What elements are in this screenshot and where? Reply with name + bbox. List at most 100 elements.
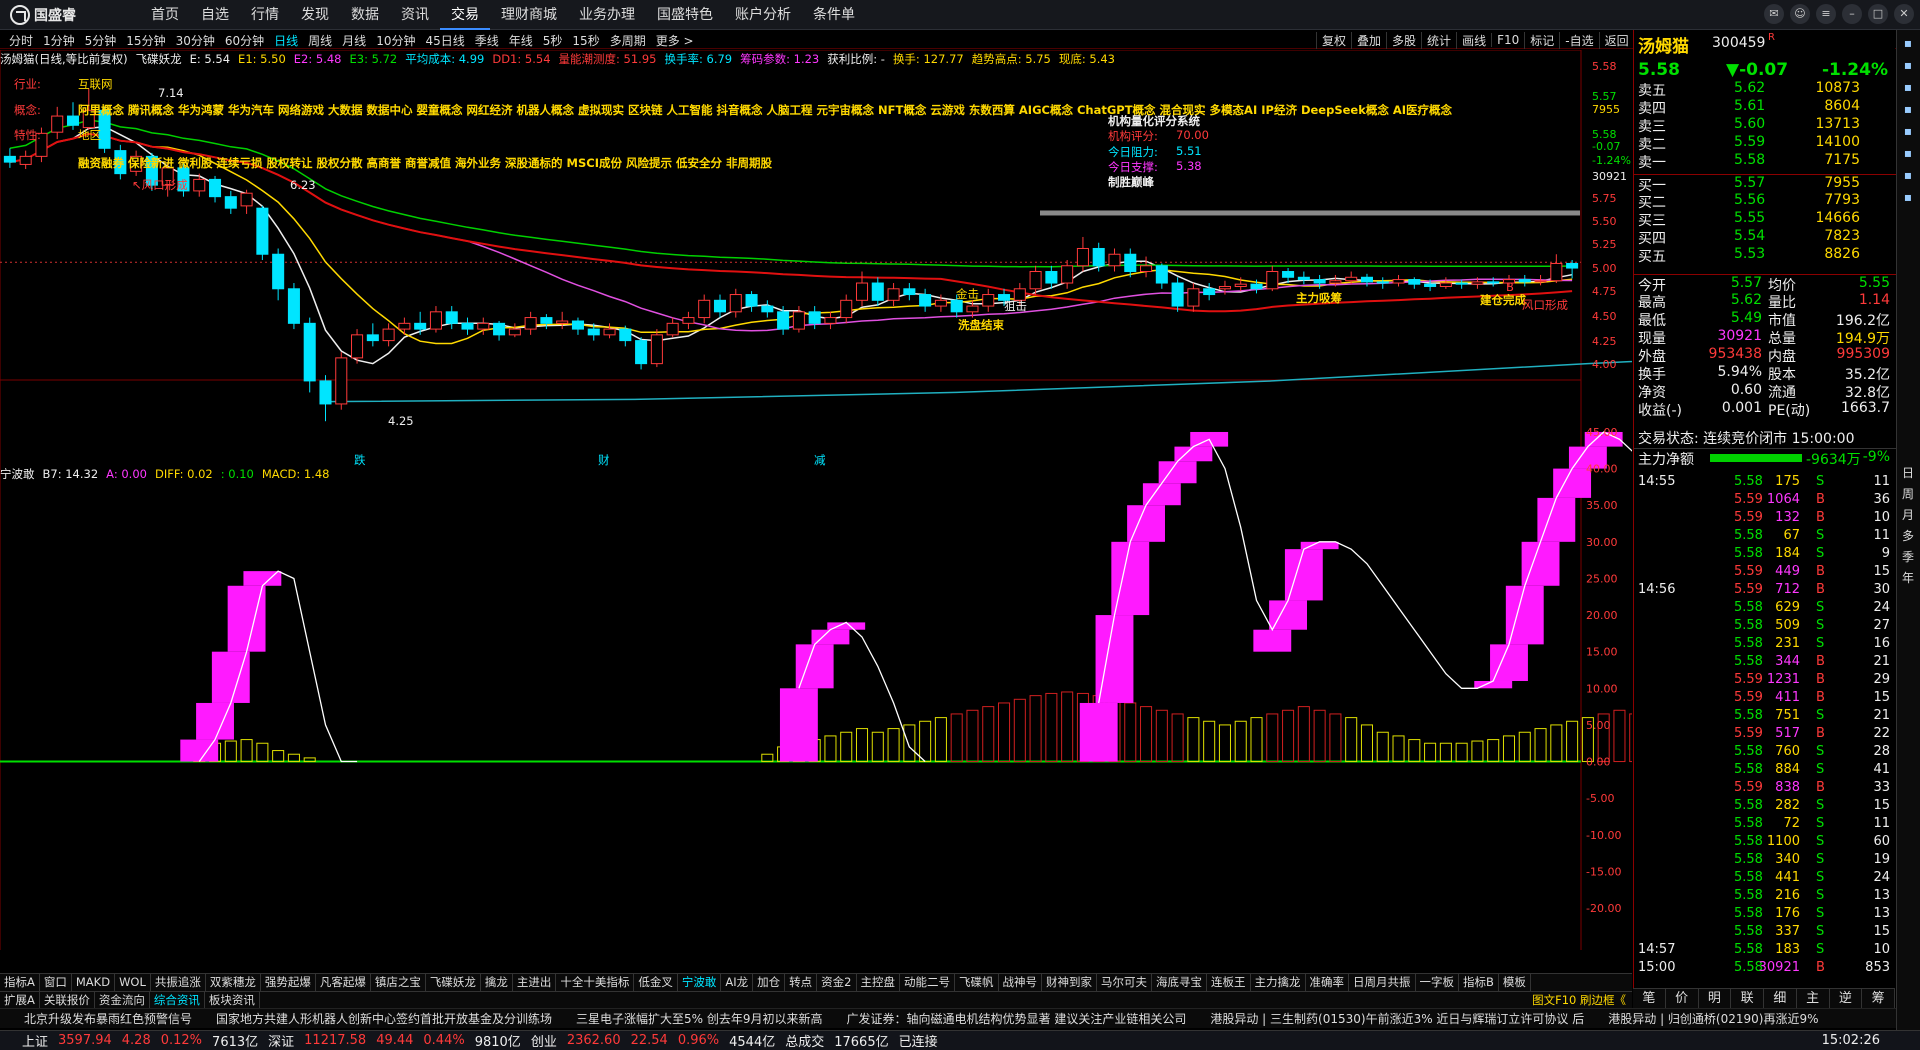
nav-item-8[interactable]: 业务办理 [568, 0, 646, 30]
indicator-tab-29[interactable]: 日周月共振 [1349, 974, 1416, 991]
indicator-tab-24[interactable]: 马尔可夫 [1097, 974, 1152, 991]
sz-index-label[interactable]: 深证 [268, 1031, 294, 1050]
indicator-tab-9[interactable]: 飞碟妖龙 [426, 974, 481, 991]
sh-index-label[interactable]: 上证 [22, 1031, 48, 1050]
extension-tab-4[interactable]: 板块资讯 [205, 992, 260, 1008]
sidebar-period-0[interactable]: 日 [1897, 464, 1919, 481]
period-tab-11[interactable]: 季线 [470, 32, 504, 49]
news-item[interactable]: 北京升级发布暴雨红色预警信号 [24, 1010, 192, 1027]
book-volume[interactable]: 7823 [1824, 228, 1860, 244]
nav-item-1[interactable]: 自选 [190, 0, 240, 30]
indicator-tab-18[interactable]: 资金2 [817, 974, 857, 991]
indicator-tab-28[interactable]: 准确率 [1306, 974, 1349, 991]
panel-tab-3[interactable]: 联 [1731, 989, 1764, 1008]
panel-tab-1[interactable]: 价 [1666, 989, 1699, 1008]
nav-item-9[interactable]: 国盛特色 [646, 0, 724, 30]
nav-item-5[interactable]: 资讯 [390, 0, 440, 30]
indicator-tab-30[interactable]: 一字板 [1416, 974, 1459, 991]
service-icon[interactable]: ☺ [1790, 4, 1810, 24]
chart-tool-1[interactable]: 叠加 [1351, 31, 1386, 49]
sidebar-tool-icon[interactable]: ▪ [1897, 146, 1919, 160]
indicator-tab-11[interactable]: 主进出 [513, 974, 557, 991]
nav-item-11[interactable]: 条件单 [802, 0, 866, 30]
nav-item-7[interactable]: 理财商城 [490, 0, 568, 30]
indicator-tab-27[interactable]: 主力擒龙 [1251, 974, 1306, 991]
period-tab-15[interactable]: 多周期 [605, 32, 651, 49]
indicator-tab-2[interactable]: MAKD [72, 974, 116, 991]
panel-tab-0[interactable]: 笔 [1633, 989, 1666, 1008]
indicator-tab-4[interactable]: 共振追涨 [151, 974, 206, 991]
news-item[interactable]: 三星电子涨幅扩大至5% 创去年9月初以来新高 [576, 1010, 823, 1027]
message-icon[interactable]: ✉ [1764, 4, 1784, 24]
indicator-tab-10[interactable]: 擒龙 [481, 974, 513, 991]
chart-tool-2[interactable]: 多股 [1386, 31, 1421, 49]
indicator-tab-26[interactable]: 连板王 [1207, 974, 1251, 991]
sidebar-tool-icon[interactable]: ▪ [1897, 190, 1919, 204]
panel-tab-5[interactable]: 主 [1797, 989, 1830, 1008]
indicator-tab-12[interactable]: 十全十美指标 [556, 974, 635, 991]
sidebar-tool-icon[interactable]: ▪ [1897, 102, 1919, 116]
indicator-tab-22[interactable]: 战神号 [999, 974, 1042, 991]
news-item[interactable]: 广发证券：轴向磁通电机结构优势显著 建议关注产业链相关公司 [847, 1010, 1187, 1027]
news-item[interactable]: 港股异动 | 归创通桥(02190)再涨近9% [1608, 1010, 1818, 1027]
indicator-tab-8[interactable]: 镇店之宝 [371, 974, 426, 991]
indicator-tab-17[interactable]: 转点 [785, 974, 818, 991]
indicator-tab-15[interactable]: AI龙 [721, 974, 754, 991]
minimize-icon[interactable]: – [1842, 4, 1862, 24]
period-tab-13[interactable]: 5秒 [538, 32, 568, 49]
chart-tool-6[interactable]: 标记 [1524, 31, 1559, 49]
menu-icon[interactable]: ≡ [1816, 4, 1836, 24]
sidebar-tool-icon[interactable]: ▪ [1897, 36, 1919, 50]
panel-tab-2[interactable]: 明 [1699, 989, 1732, 1008]
extension-tab-3[interactable]: 综合资讯 [150, 992, 205, 1008]
chart-tool-4[interactable]: 画线 [1456, 31, 1491, 49]
book-volume[interactable]: 7793 [1824, 192, 1860, 208]
chart-tool-7[interactable]: -自选 [1559, 31, 1598, 49]
maximize-icon[interactable]: □ [1868, 4, 1888, 24]
extension-tab-2[interactable]: 资金流向 [95, 992, 150, 1008]
period-tab-14[interactable]: 15秒 [567, 32, 604, 49]
panel-tab-4[interactable]: 细 [1764, 989, 1797, 1008]
sidebar-tool-icon[interactable]: ▪ [1897, 168, 1919, 182]
nav-item-4[interactable]: 数据 [340, 0, 390, 30]
extension-tab-1[interactable]: 关联报价 [40, 992, 95, 1008]
sidebar-period-3[interactable]: 多 [1897, 527, 1919, 544]
book-volume[interactable]: 7955 [1824, 175, 1860, 191]
book-volume[interactable]: 14100 [1815, 134, 1860, 150]
news-item[interactable]: 港股异动 | 三生制药(01530)午前涨近3% 近日与辉瑞订立许可协议 后 [1210, 1010, 1584, 1027]
book-volume[interactable]: 10873 [1815, 80, 1860, 96]
sidebar-tool-icon[interactable]: ▪ [1897, 80, 1919, 94]
sidebar-period-2[interactable]: 月 [1897, 506, 1919, 523]
book-volume[interactable]: 7175 [1824, 152, 1860, 168]
extension-tab-0[interactable]: 扩展A [0, 992, 40, 1008]
period-tab-8[interactable]: 月线 [337, 32, 371, 49]
indicator-tab-31[interactable]: 指标B [1459, 974, 1499, 991]
indicator-tab-21[interactable]: 飞碟帆 [955, 974, 999, 991]
indicator-tab-1[interactable]: 窗口 [40, 974, 72, 991]
app-logo[interactable]: 国盛睿 [10, 5, 76, 25]
connection-status[interactable]: 已连接 [899, 1031, 938, 1050]
book-volume[interactable]: 8826 [1824, 246, 1860, 262]
indicator-tab-32[interactable]: 模板 [1499, 974, 1531, 991]
f10-link[interactable]: 图文F10 刷边框《 [1532, 992, 1626, 1008]
period-tab-7[interactable]: 周线 [303, 32, 337, 49]
period-tab-10[interactable]: 45日线 [420, 32, 469, 49]
tick-list[interactable]: 14:55 5.58 175 S 11 5.59 1064 B 36 5.59 132 B 10 5.58… [1634, 474, 1896, 978]
indicator-tab-7[interactable]: 凡客起爆 [316, 974, 371, 991]
indicator-tab-23[interactable]: 财神到家 [1042, 974, 1097, 991]
indicator-tab-20[interactable]: 动能二号 [900, 974, 955, 991]
indicator-tab-19[interactable]: 主控盘 [857, 974, 900, 991]
news-item[interactable]: 国家地方共建人形机器人创新中心签约首批开放基金及分训练场 [216, 1010, 552, 1027]
book-volume[interactable]: 13713 [1815, 116, 1860, 132]
book-volume[interactable]: 8604 [1824, 98, 1860, 114]
sidebar-period-1[interactable]: 周 [1897, 485, 1919, 502]
formula-name[interactable]: 飞碟妖龙 [136, 51, 182, 67]
indicator-tab-3[interactable]: WOL [115, 974, 151, 991]
indicator-tab-13[interactable]: 低金叉 [634, 974, 678, 991]
panel-tab-7[interactable]: 筹 [1862, 989, 1895, 1008]
sub-ind-name[interactable]: 宁波敢 [0, 466, 35, 482]
sidebar-period-5[interactable]: 年 [1897, 569, 1919, 586]
chart-tool-8[interactable]: 返回 [1598, 31, 1634, 49]
period-tab-4[interactable]: 30分钟 [171, 32, 220, 49]
chart-tool-0[interactable]: 复权 [1316, 31, 1351, 49]
